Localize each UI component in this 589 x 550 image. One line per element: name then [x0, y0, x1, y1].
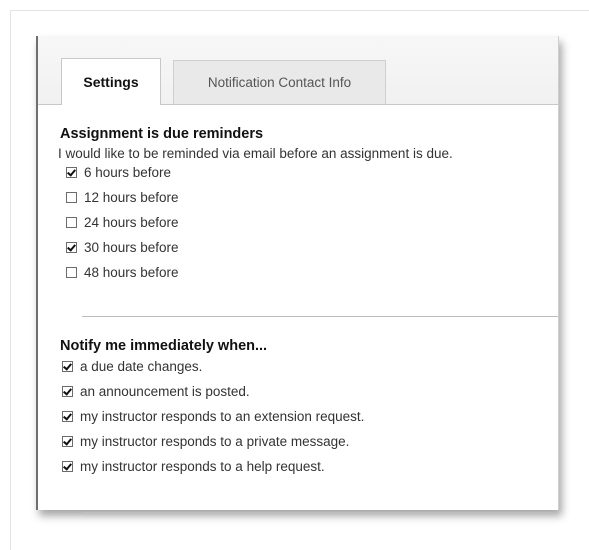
notify-help-request-label: my instructor responds to a help request…: [80, 458, 325, 474]
notify-help-request-checkbox[interactable]: [62, 460, 73, 472]
reminder-30h-label: 30 hours before: [84, 239, 179, 255]
reminder-option-30h[interactable]: 30 hours before: [66, 235, 179, 259]
reminder-48h-label: 48 hours before: [84, 264, 179, 280]
reminder-24h-label: 24 hours before: [84, 214, 179, 230]
notification-settings-panel: Settings Notification Contact Info Assig…: [36, 36, 559, 513]
tab-settings[interactable]: Settings: [61, 58, 161, 105]
reminders-description: I would like to be reminded via email be…: [58, 146, 453, 161]
reminder-30h-checkbox[interactable]: [66, 241, 77, 253]
notify-due-date-checkbox[interactable]: [62, 360, 73, 372]
notify-extension-request-checkbox[interactable]: [62, 410, 73, 422]
notify-private-message-checkbox[interactable]: [62, 435, 73, 447]
reminder-option-24h[interactable]: 24 hours before: [66, 210, 179, 234]
notify-option-extension-request[interactable]: my instructor responds to an extension r…: [62, 404, 364, 428]
tab-settings-label: Settings: [83, 74, 139, 90]
notify-due-date-label: a due date changes.: [80, 358, 203, 374]
reminder-12h-checkbox[interactable]: [66, 191, 77, 203]
tab-notification-contact-info[interactable]: Notification Contact Info: [173, 60, 386, 104]
reminder-6h-label: 6 hours before: [84, 164, 172, 180]
notify-option-announcement[interactable]: an announcement is posted.: [62, 379, 250, 403]
reminder-option-48h[interactable]: 48 hours before: [66, 260, 179, 284]
notify-option-help-request[interactable]: my instructor responds to a help request…: [62, 454, 325, 478]
reminder-48h-checkbox[interactable]: [66, 266, 77, 278]
notify-option-due-date[interactable]: a due date changes.: [62, 354, 202, 378]
reminder-12h-label: 12 hours before: [84, 189, 179, 205]
tab-notification-contact-info-label: Notification Contact Info: [207, 75, 352, 90]
reminder-option-6h[interactable]: 6 hours before: [66, 160, 171, 184]
notify-extension-request-label: my instructor responds to an extension r…: [80, 408, 365, 424]
notify-option-private-message[interactable]: my instructor responds to a private mess…: [62, 429, 349, 453]
notify-announcement-label: an announcement is posted.: [80, 383, 250, 399]
section-divider: [82, 316, 558, 317]
notify-private-message-label: my instructor responds to a private mess…: [80, 433, 350, 449]
reminder-24h-checkbox[interactable]: [66, 216, 77, 228]
reminder-option-12h[interactable]: 12 hours before: [66, 185, 179, 209]
notify-announcement-checkbox[interactable]: [62, 385, 73, 397]
tab-bar: Settings Notification Contact Info: [38, 36, 558, 105]
bottom-divider: [82, 512, 558, 513]
reminder-6h-checkbox[interactable]: [66, 166, 77, 178]
notify-section-title: Notify me immediately when...: [60, 338, 268, 354]
reminders-section-title: Assignment is due reminders: [60, 126, 264, 142]
